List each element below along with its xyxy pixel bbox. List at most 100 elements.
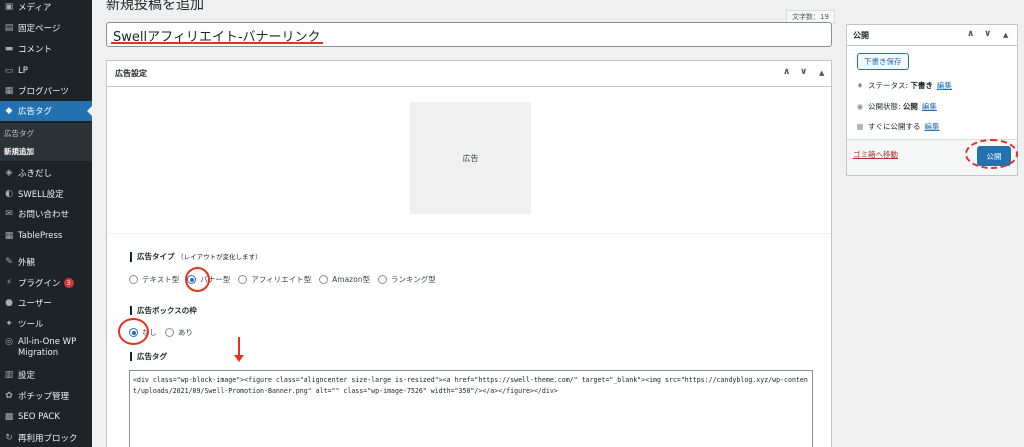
move-up-icon[interactable]: ∧ (783, 67, 790, 77)
visibility-row: ◉ 公開状態: 公開 編集 (855, 101, 937, 112)
settings-icon: ▥ (4, 370, 14, 380)
menu-label: ブログパーツ (18, 87, 69, 97)
visibility-edit-link[interactable]: 編集 (922, 101, 937, 112)
menu-label: 固定ページ (18, 24, 61, 34)
post-title-input[interactable]: Swellアフィリエイト-バナーリンク (106, 22, 832, 47)
seo-icon: ▩ (4, 412, 14, 422)
menu-label: 設定 (18, 371, 36, 381)
menu-reusable-blocks[interactable]: ↻ 再利用ブロック (0, 428, 92, 447)
schedule-edit-link[interactable]: 編集 (925, 121, 940, 132)
menu-seo-pack[interactable]: ▩ SEO PACK (0, 407, 92, 427)
ad-type-label: 広告タイプ （レイアウトが変化します） (130, 252, 262, 262)
save-draft-button[interactable]: 下書き保存 (857, 53, 909, 70)
menu-label: 広告タグ (18, 107, 53, 117)
menu-label: メディア (18, 3, 52, 13)
radio-label: テキスト型 (142, 275, 180, 284)
menu-media[interactable]: ▣ メディア (0, 0, 92, 17)
move-up-icon[interactable]: ∧ (967, 29, 974, 39)
radio-affiliate-type[interactable]: アフィリエイト型 (238, 274, 311, 285)
ad-tag-submenu: 広告タグ 新規追加 (0, 123, 92, 161)
tool-icon: ✦ (5, 319, 13, 329)
move-down-icon[interactable]: ∨ (984, 29, 991, 39)
menu-label: SWELL設定 (18, 190, 64, 200)
status-row: ♦ ステータス: 下書き 編集 (855, 80, 952, 91)
user-icon: ● (5, 298, 13, 308)
menu-label: お問い合わせ (18, 210, 70, 220)
submenu-add-new[interactable]: 新規追加 (4, 146, 34, 157)
status-label: ステータス: (868, 81, 909, 90)
collapse-toggle-icon[interactable]: ▲ (1003, 31, 1008, 39)
ad-type-note: （レイアウトが変化します） (177, 253, 262, 261)
menu-label: コメント (18, 45, 53, 55)
status-value: 下書き (910, 81, 933, 90)
plugin-update-badge: 3 (63, 278, 74, 288)
menu-ad-tag[interactable]: ◆ 広告タグ (0, 101, 92, 121)
annotation-arrow (234, 337, 244, 362)
ad-type-radio-group: テキスト型 バナー型 アフィリエイト型 Amazon型 ランキング型 (129, 274, 444, 285)
radio-circle[interactable] (165, 328, 174, 337)
ad-settings-header[interactable]: 広告設定 ∧ ∨ ▲ (107, 61, 831, 87)
ad-tag-label: 広告タグ (130, 352, 167, 361)
pin-icon: ♦ (856, 81, 864, 90)
menu-pages[interactable]: ▤ 固定ページ (0, 18, 92, 38)
menu-appearance[interactable]: ✎ 外観 (0, 252, 92, 272)
radio-label: Amazon型 (332, 275, 370, 284)
table-icon: ▦ (4, 231, 14, 241)
ad-preview: 広告 (410, 102, 531, 214)
publish-header[interactable]: 公開 ∧ ∨ ▲ (847, 25, 1017, 46)
publish-title: 公開 (853, 30, 869, 40)
menu-tablepress[interactable]: ▦ TablePress (0, 226, 92, 246)
move-down-icon[interactable]: ∨ (800, 67, 807, 77)
submenu-ad-tag[interactable]: 広告タグ (4, 128, 34, 139)
menu-label: 再利用ブロック (18, 434, 78, 444)
menu-lp[interactable]: ▭ LP (0, 61, 92, 81)
menu-label: TablePress (18, 231, 63, 241)
menu-label: ツール (18, 320, 44, 330)
menu-label: ユーザー (18, 299, 52, 309)
radio-circle[interactable] (129, 275, 138, 284)
menu-tools[interactable]: ✦ ツール (0, 314, 92, 334)
menu-migration[interactable]: ◎ All-in-One WP Migration (0, 337, 92, 363)
menu-plugins[interactable]: ⚡ プラグイン 3 (0, 273, 92, 293)
radio-ranking-type[interactable]: ランキング型 (377, 274, 436, 285)
menu-label: SEO PACK (18, 412, 60, 422)
admin-sidebar: ▣ メディア ▤ 固定ページ ▬ コメント ▭ LP ▦ ブログパーツ ◆ 広告タグ 広告タ… (0, 0, 92, 447)
visibility-value: 公開 (902, 102, 918, 111)
swell-icon: ◐ (5, 189, 13, 199)
schedule-label: すぐに公開する (868, 122, 921, 131)
menu-blog-parts[interactable]: ▦ ブログパーツ (0, 81, 92, 101)
ad-preview-label: 広告 (462, 153, 479, 163)
radio-circle[interactable] (238, 275, 248, 284)
radio-circle[interactable] (377, 275, 387, 284)
menu-settings[interactable]: ▥ 設定 (0, 365, 92, 385)
menu-label-line2: Migration (18, 348, 59, 358)
ad-settings-title: 広告設定 (115, 69, 147, 78)
annotation-dashed-publish (965, 139, 1018, 169)
collapse-toggle-icon[interactable]: ▲ (819, 69, 824, 77)
menu-swell-settings[interactable]: ◐ SWELL設定 (0, 184, 92, 204)
menu-label: LP (18, 66, 28, 76)
menu-contact[interactable]: ✉ お問い合わせ (0, 204, 92, 224)
menu-pochipp[interactable]: ✿ ポチップ管理 (0, 386, 92, 406)
radio-border-on[interactable]: あり (165, 327, 193, 338)
trash-link[interactable]: ゴミ箱へ移動 (853, 149, 898, 160)
eye-icon: ◉ (856, 102, 864, 111)
menu-fukidashi[interactable]: ◈ ふきだし (0, 163, 92, 183)
menu-label: ふきだし (18, 169, 53, 179)
menu-comments[interactable]: ▬ コメント (0, 39, 92, 59)
pochipp-icon: ✿ (5, 391, 13, 401)
radio-circle[interactable] (319, 275, 329, 284)
annotation-circle-banner (185, 267, 210, 292)
page-title: 新規投稿を追加 (106, 0, 204, 13)
menu-label: 外観 (18, 258, 36, 268)
menu-users[interactable]: ● ユーザー (0, 293, 92, 313)
radio-label: ランキング型 (390, 275, 436, 284)
status-edit-link[interactable]: 編集 (937, 80, 952, 91)
ad-tag-icon: ◆ (5, 106, 13, 116)
ad-tag-textarea[interactable]: <div class="wp-block-image"><figure clas… (129, 370, 813, 447)
radio-amazon-type[interactable]: Amazon型 (319, 274, 370, 285)
reuse-block-icon: ↻ (5, 433, 13, 443)
radio-text-type[interactable]: テキスト型 (129, 274, 179, 285)
visibility-label: 公開状態: (868, 102, 901, 111)
ad-type-label-text: 広告タイプ (137, 252, 175, 261)
